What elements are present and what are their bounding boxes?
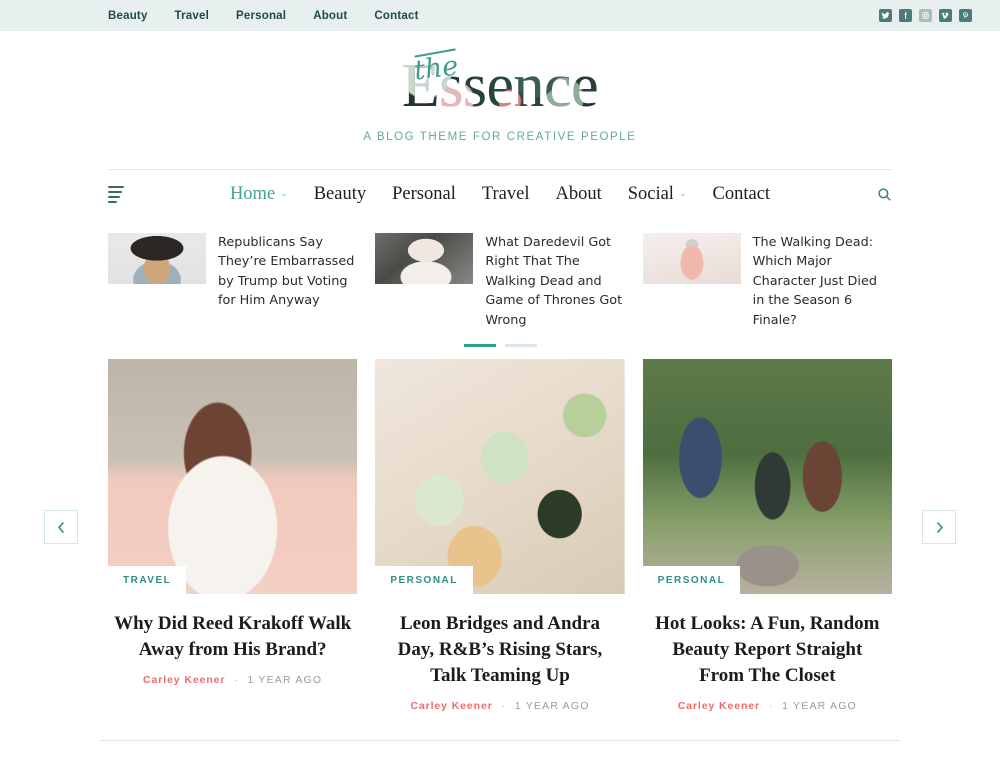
social-links <box>879 9 972 22</box>
article-date: 1 YEAR AGO <box>782 699 857 712</box>
article-thumbnail[interactable]: TRAVEL <box>108 359 358 595</box>
article-title[interactable]: Leon Bridges and Andra Day, R&B’s Rising… <box>375 611 624 688</box>
nav-label-contact: Contact <box>712 184 771 204</box>
category-badge[interactable]: PERSONAL <box>375 566 473 595</box>
vimeo-icon[interactable] <box>939 9 952 22</box>
chevron-down-icon: ⌄ <box>678 189 687 199</box>
slider-prev-button[interactable] <box>44 510 78 545</box>
topbar-link-personal[interactable]: Personal <box>236 10 286 22</box>
article-card-grid: TRAVEL Why Did Reed Krakoff Walk Away fr… <box>108 359 892 712</box>
pinterest-icon[interactable] <box>959 9 972 22</box>
topbar-link-about[interactable]: About <box>313 10 347 22</box>
article-meta: Carley Keener · 1 YEAR AGO <box>643 700 892 712</box>
article-author[interactable]: Carley Keener <box>678 700 760 712</box>
nav-item-travel[interactable]: Travel <box>482 184 530 205</box>
article-card: PERSONAL Hot Looks: A Fun, Random Beauty… <box>642 359 892 712</box>
article-meta: Carley Keener · 1 YEAR AGO <box>375 700 624 712</box>
article-meta: Carley Keener · 1 YEAR AGO <box>108 674 357 686</box>
section-divider <box>100 739 900 741</box>
ticker-item[interactable]: The Walking Dead: Which Major Character … <box>642 233 892 330</box>
site-logo[interactable]: Essence the <box>401 50 599 120</box>
chevron-left-icon <box>57 521 66 534</box>
ticker-dot-1[interactable] <box>463 344 496 348</box>
article-title[interactable]: Hot Looks: A Fun, Random Beauty Report S… <box>643 611 892 688</box>
ticker-title: What Daredevil Got Right That The Walkin… <box>485 235 623 328</box>
ticker-thumbnail <box>108 233 206 284</box>
article-thumbnail[interactable]: PERSONAL <box>375 359 625 595</box>
ticker-dot-2[interactable] <box>504 344 537 348</box>
ticker-thumbnail <box>642 233 741 284</box>
article-author[interactable]: Carley Keener <box>143 674 225 686</box>
nav-label-about: About <box>555 184 602 204</box>
article-card: PERSONAL Leon Bridges and Andra Day, R&B… <box>375 359 625 712</box>
site-branding: Essence the A BLOG THEME FOR CREATIVE PE… <box>0 31 1000 143</box>
nav-item-contact[interactable]: Contact <box>713 184 771 205</box>
article-author[interactable]: Carley Keener <box>410 700 492 712</box>
ticker-item[interactable]: What Daredevil Got Right That The Walkin… <box>375 233 624 330</box>
category-badge[interactable]: TRAVEL <box>108 566 187 595</box>
ticker-item[interactable]: Republicans Say They’re Embarrassed by T… <box>108 233 357 330</box>
search-icon[interactable] <box>877 187 892 202</box>
main-navigation: Home ⌄ Beauty Personal Travel About Soci… <box>108 169 892 219</box>
logo-wordmark: Essence <box>401 52 599 120</box>
topbar-link-travel[interactable]: Travel <box>175 10 209 22</box>
topbar-link-contact[interactable]: Contact <box>374 10 418 22</box>
ticker-title: Republicans Say They’re Embarrassed by T… <box>218 235 355 309</box>
article-card: TRAVEL Why Did Reed Krakoff Walk Away fr… <box>108 359 358 711</box>
site-tagline: A BLOG THEME FOR CREATIVE PEOPLE <box>363 131 637 143</box>
nav-item-personal[interactable]: Personal <box>392 184 456 205</box>
meta-separator: · <box>501 699 506 712</box>
nav-label-social: Social <box>627 184 674 204</box>
ticker-thumbnail <box>375 233 474 284</box>
category-badge[interactable]: PERSONAL <box>642 566 741 595</box>
article-date: 1 YEAR AGO <box>514 699 590 712</box>
article-date: 1 YEAR AGO <box>247 673 323 686</box>
twitter-icon[interactable] <box>879 9 892 22</box>
article-title[interactable]: Why Did Reed Krakoff Walk Away from His … <box>108 611 357 663</box>
facebook-icon[interactable] <box>899 9 912 22</box>
top-bar-nav: Beauty Travel Personal About Contact <box>108 10 879 22</box>
meta-separator: · <box>768 699 774 712</box>
nav-label-home: Home <box>229 184 276 204</box>
nav-label-travel: Travel <box>481 184 530 204</box>
nav-item-beauty[interactable]: Beauty <box>314 184 366 205</box>
chevron-right-icon <box>935 521 944 534</box>
nav-label-personal: Personal <box>392 184 456 204</box>
nav-label-beauty: Beauty <box>313 184 367 204</box>
meta-separator: · <box>234 673 239 686</box>
nav-item-home[interactable]: Home ⌄ <box>230 184 288 205</box>
featured-slider: TRAVEL Why Did Reed Krakoff Walk Away fr… <box>0 359 1000 712</box>
top-bar: Beauty Travel Personal About Contact <box>0 0 1000 31</box>
chevron-down-icon: ⌄ <box>280 189 288 199</box>
instagram-icon[interactable] <box>919 9 932 22</box>
news-ticker: Republicans Say They’re Embarrassed by T… <box>108 233 892 330</box>
nav-item-about[interactable]: About <box>555 184 601 205</box>
ticker-pagination <box>0 344 1000 348</box>
hamburger-icon[interactable] <box>108 185 126 204</box>
ticker-title: The Walking Dead: Which Major Character … <box>752 235 877 328</box>
article-thumbnail[interactable]: PERSONAL <box>642 359 892 595</box>
nav-item-social[interactable]: Social ⌄ <box>628 184 687 205</box>
slider-next-button[interactable] <box>922 510 956 545</box>
primary-menu: Home ⌄ Beauty Personal Travel About Soci… <box>230 184 770 205</box>
topbar-link-beauty[interactable]: Beauty <box>108 10 148 22</box>
